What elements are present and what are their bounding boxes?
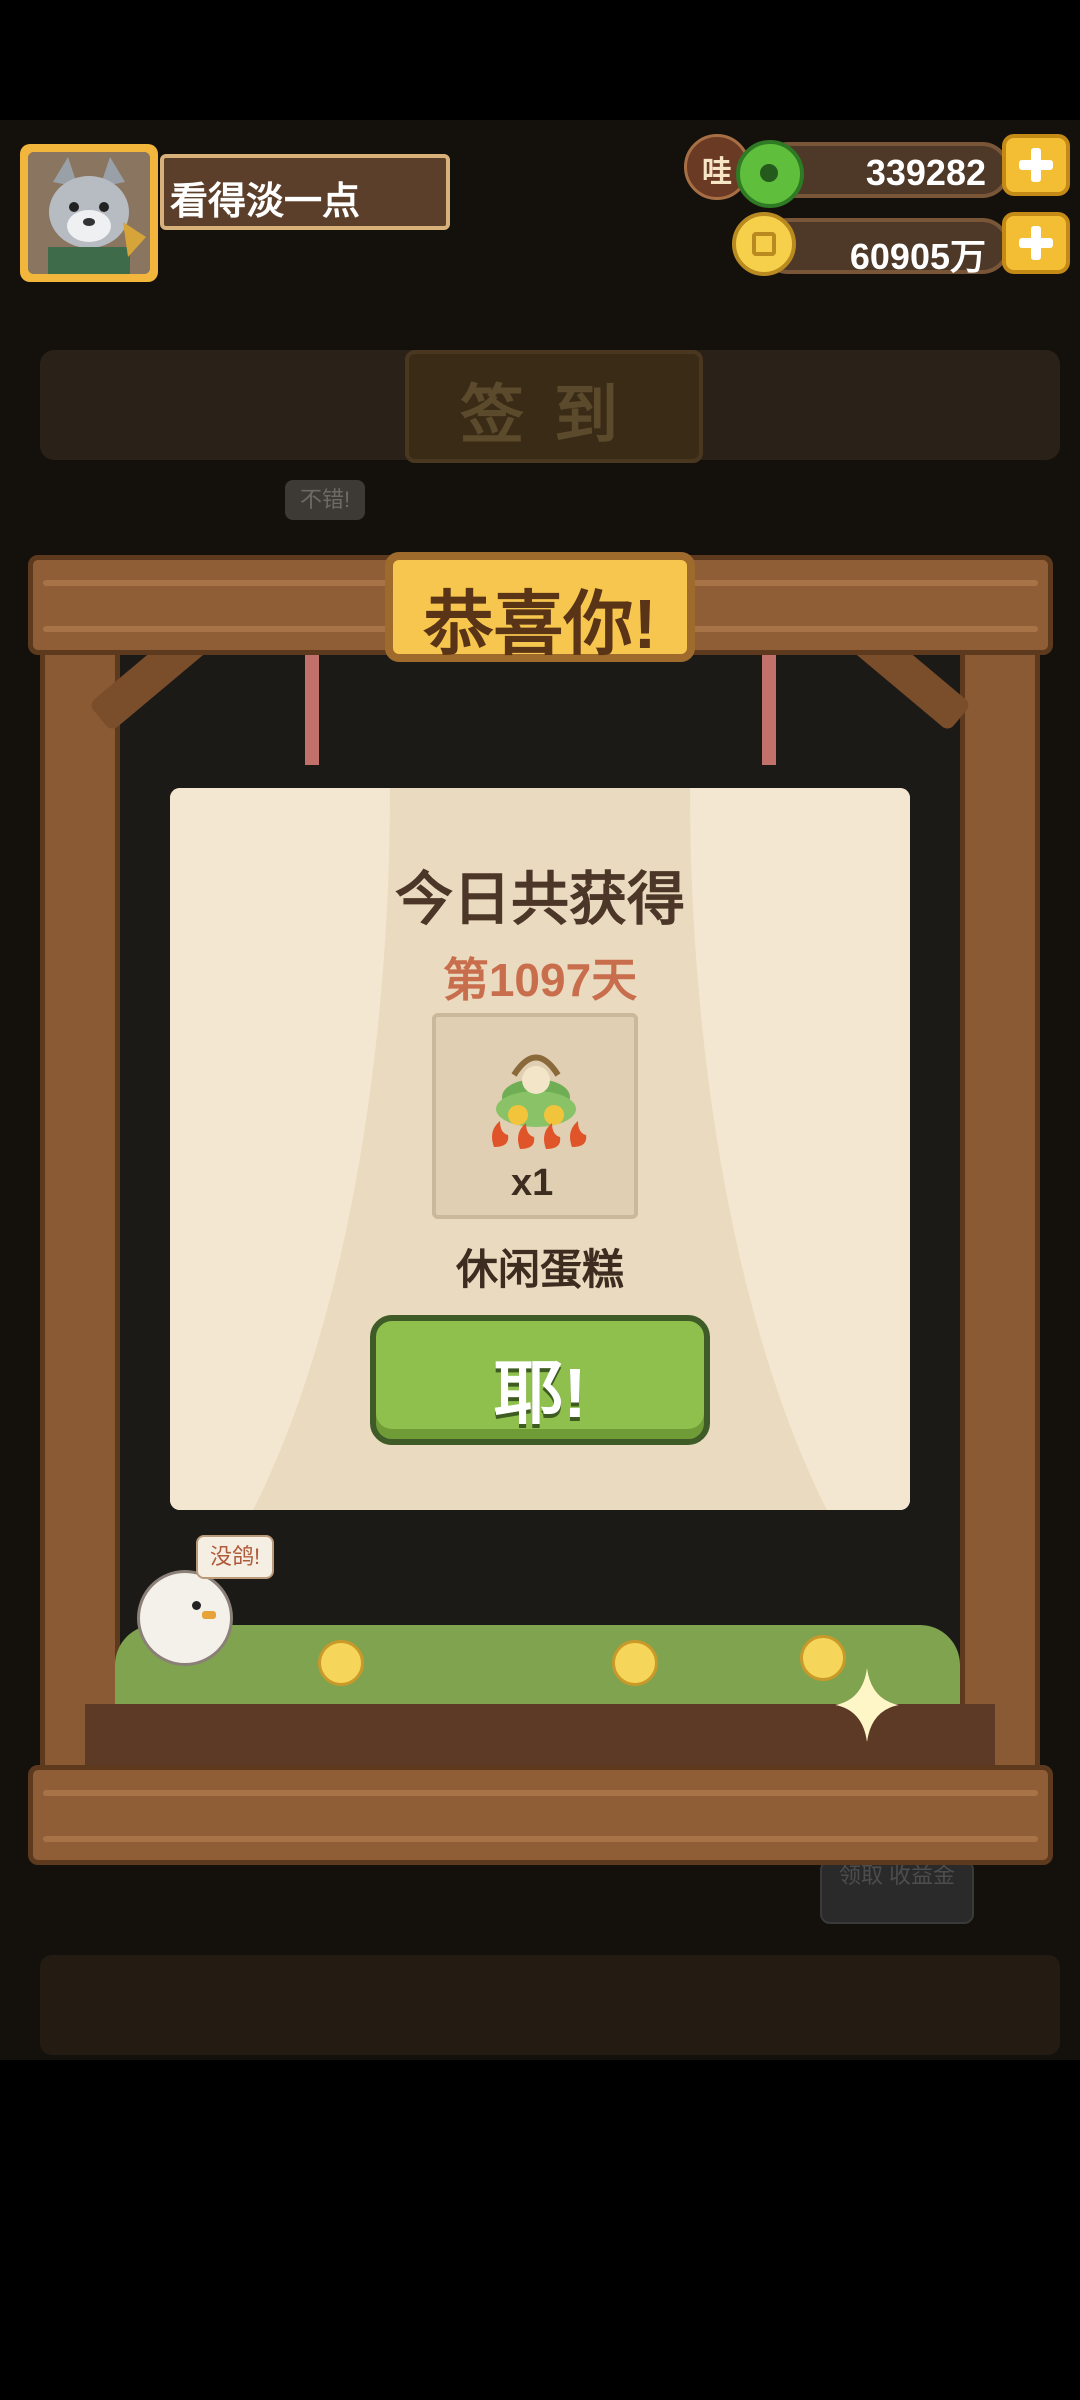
frame-beam-bottom [28,1765,1053,1865]
mascot-speech-bubble: 没鸽! [196,1535,274,1579]
reward-card-title: 今日共获得 [394,867,685,932]
background-title: 签到 [460,379,648,451]
congrats-banner: 恭喜你! [385,552,695,663]
player-avatar[interactable] [20,144,158,282]
gem-amount: 339282 [865,152,986,193]
sparkle-icon [835,1668,899,1742]
add-gems-button[interactable] [1002,134,1070,196]
reward-card: 今日共获得 第1097天 x1 休闲蛋糕 耶! [170,788,910,1510]
reward-item-quantity: x1 [511,1162,554,1204]
gold-coin-decoration [612,1640,658,1686]
congrats-title: 恭喜你! [423,585,657,663]
chick-icon [137,1570,233,1666]
coin-amount: 60905万 [849,236,986,277]
hanging-rope-left [305,655,319,765]
reward-item-slot: x1 [432,1013,638,1219]
cake-item-icon [492,1054,587,1149]
gold-coin-decoration [318,1640,364,1686]
player-name: 看得淡一点 [170,181,361,223]
background-floor-board [40,1955,1060,2055]
avatar-wolf-icon [28,152,150,274]
frame-post-right [960,640,1040,1800]
background-title-plate: 签到 [405,350,703,463]
confirm-button-label: 耶! [493,1354,587,1432]
frame-post-left [40,640,120,1800]
coin-icon [732,212,796,276]
hanging-rope-right [762,655,776,765]
checkin-day-label: 第1097天 [442,954,638,1006]
add-coins-button[interactable] [1002,212,1070,274]
confirm-button[interactable]: 耶! [370,1315,710,1445]
player-name-plate: 看得淡一点 [160,154,450,230]
jade-gem-icon [736,140,804,208]
coin-counter: 60905万 [760,218,1010,277]
background-side-note: 领取 收益金 [820,1860,974,1924]
background-speech-bubble: 不错! [285,480,365,520]
reward-item-name: 休闲蛋糕 [455,1246,624,1293]
